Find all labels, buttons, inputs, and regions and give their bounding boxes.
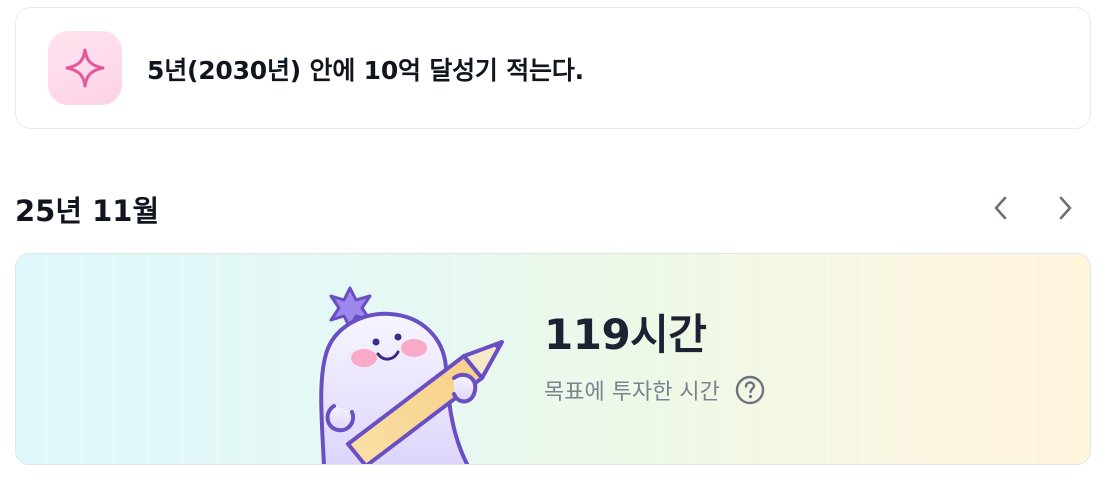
invested-time-card: 119시간 목표에 투자한 시간 bbox=[15, 253, 1091, 465]
chevron-right-icon bbox=[1059, 196, 1072, 220]
goal-card[interactable]: 5년(2030년) 안에 10억 달성기 적는다. bbox=[15, 7, 1091, 129]
next-month-button[interactable] bbox=[1047, 190, 1083, 226]
question-circle-icon[interactable] bbox=[734, 374, 766, 406]
invested-hours-caption: 목표에 투자한 시간 bbox=[544, 374, 766, 406]
invested-hours-value: 119시간 bbox=[544, 310, 707, 359]
month-title: 25년 11월 bbox=[15, 194, 160, 228]
chevron-left-icon bbox=[994, 196, 1007, 220]
mascot-illustration bbox=[319, 286, 504, 464]
goal-text: 5년(2030년) 안에 10억 달성기 적는다. bbox=[147, 56, 584, 85]
invested-hours-label: 목표에 투자한 시간 bbox=[544, 380, 720, 405]
sparkle-icon bbox=[48, 31, 122, 105]
previous-month-button[interactable] bbox=[983, 190, 1019, 226]
